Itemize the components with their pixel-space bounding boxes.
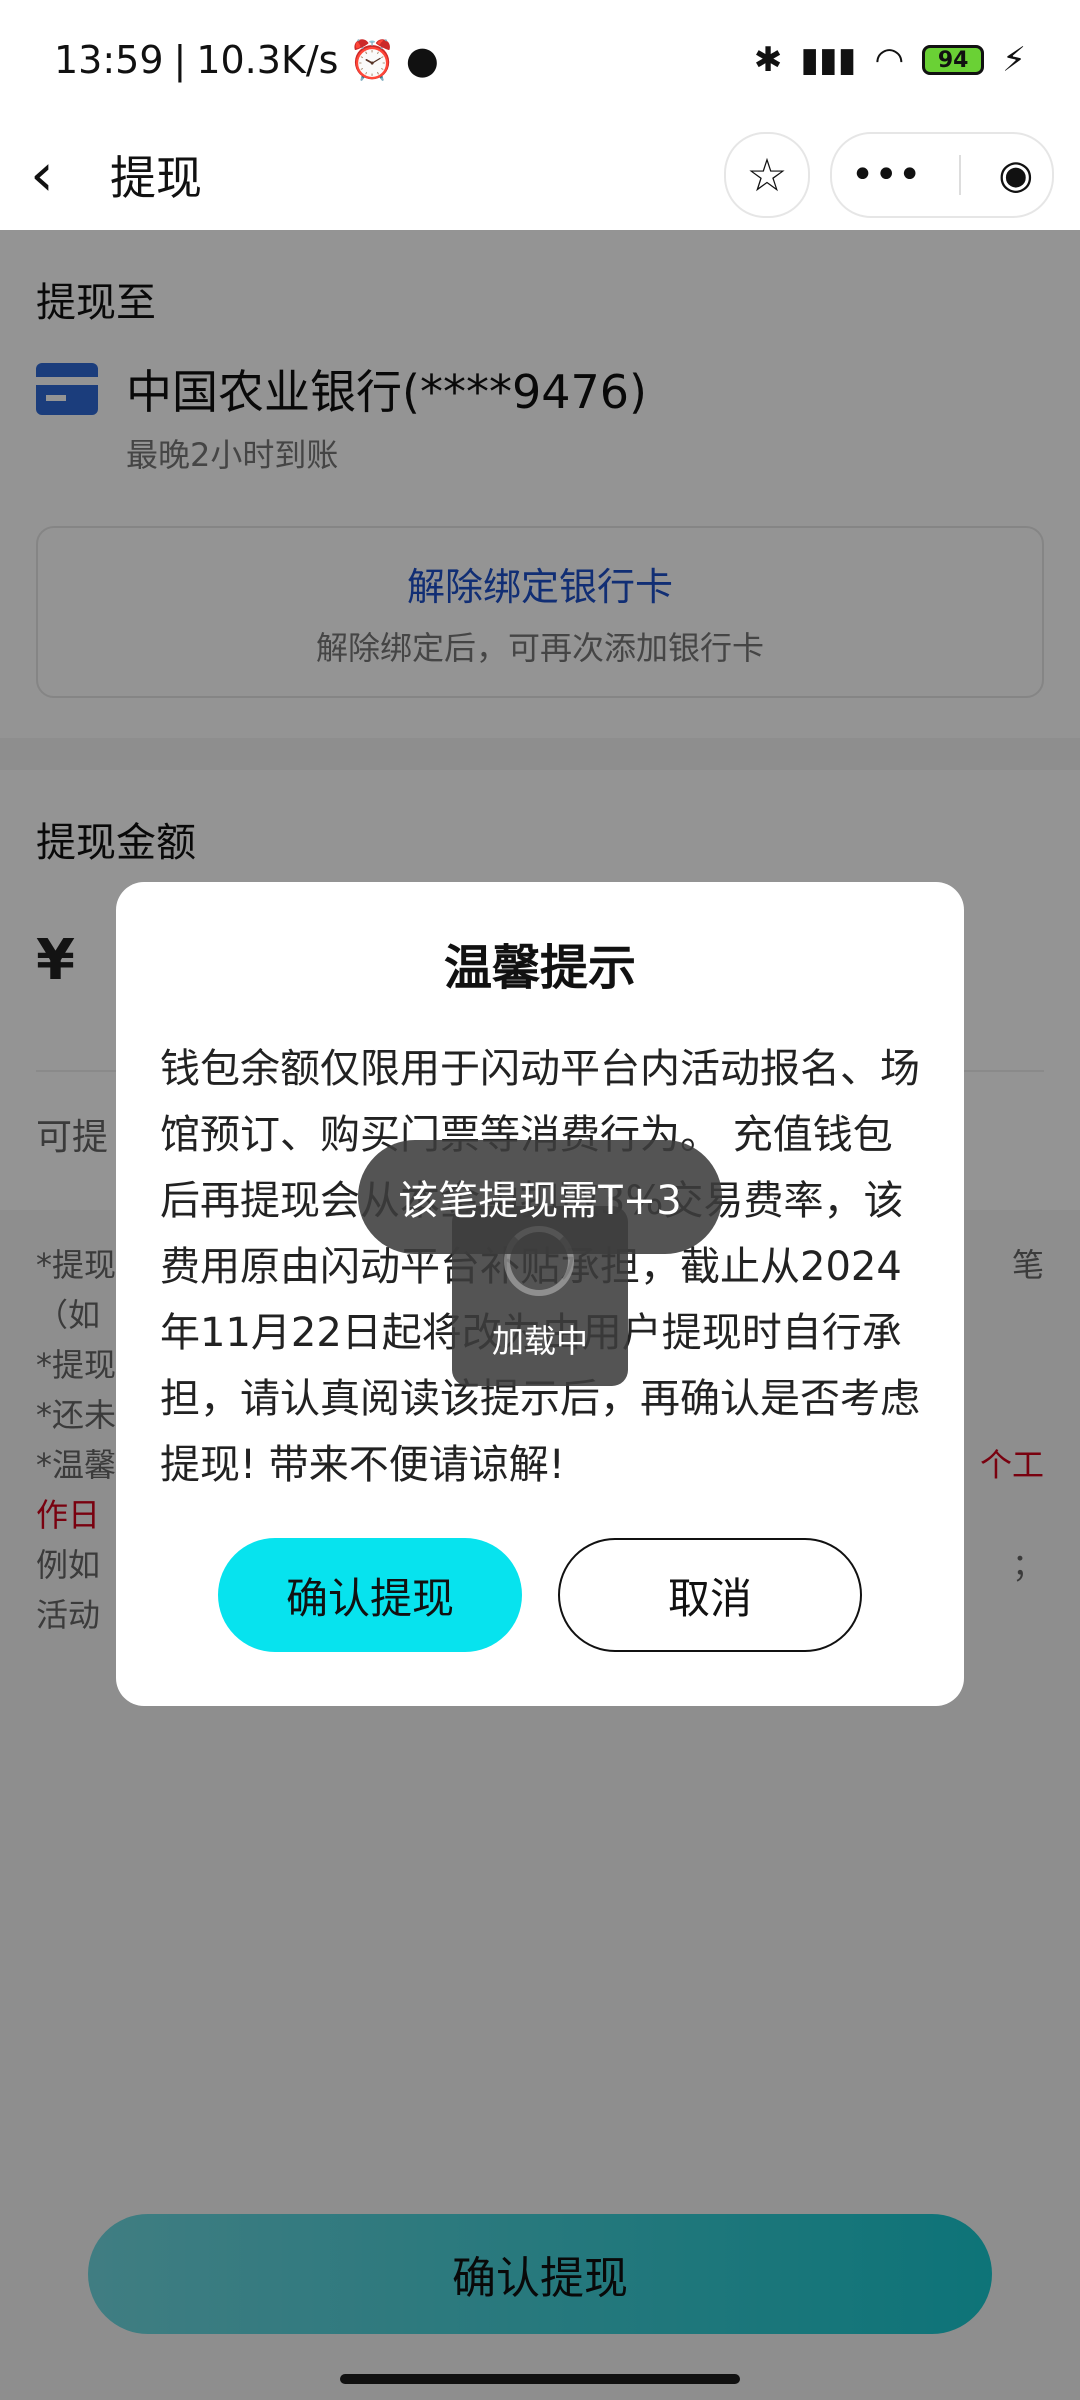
status-bar: 13:59 | 10.3K/s ⏰ ● ✱ ▮▮▮ ◠ 94 ⚡: [0, 0, 1080, 120]
dialog-confirm-button[interactable]: 确认提现: [218, 1538, 522, 1652]
dialog-title: 温馨提示: [443, 940, 636, 996]
bluetooth-icon: ✱: [753, 40, 783, 80]
back-arrow-icon[interactable]: ‹: [30, 140, 100, 210]
app-notification-icon: ●: [405, 38, 439, 82]
capsule-separator: [958, 155, 961, 195]
status-speed: 10.3K/s: [196, 38, 339, 82]
page-title: 提现: [110, 151, 202, 205]
status-right: ✱ ▮▮▮ ◠ 94 ⚡: [754, 40, 1026, 80]
battery-icon: 94: [922, 45, 985, 75]
dialog-actions: 确认提现 取消: [116, 1538, 964, 1652]
nav-actions: ☆ ••• ◉: [724, 120, 1054, 230]
home-indicator[interactable]: [340, 2374, 740, 2384]
close-target-icon[interactable]: ◉: [998, 152, 1033, 198]
mini-program-capsule: ••• ◉: [830, 132, 1054, 218]
more-menu-icon[interactable]: •••: [851, 152, 922, 198]
charging-icon: ⚡: [1002, 40, 1026, 80]
wifi-icon: ◠: [874, 40, 905, 80]
status-left: 13:59 | 10.3K/s ⏰ ●: [54, 38, 439, 83]
dialog-cancel-button[interactable]: 取消: [558, 1538, 862, 1652]
signal-icon: ▮▮▮: [800, 40, 857, 80]
alarm-icon: ⏰: [348, 37, 396, 82]
favorite-star-icon[interactable]: ☆: [724, 132, 810, 218]
nav-bar: ‹ 提现 ☆ ••• ◉: [0, 120, 1080, 230]
loading-text: 加载中: [491, 1322, 588, 1360]
toast-message: 该笔提现需T+3: [358, 1140, 722, 1254]
status-time: 13:59: [54, 38, 164, 82]
status-divider: |: [173, 38, 187, 82]
